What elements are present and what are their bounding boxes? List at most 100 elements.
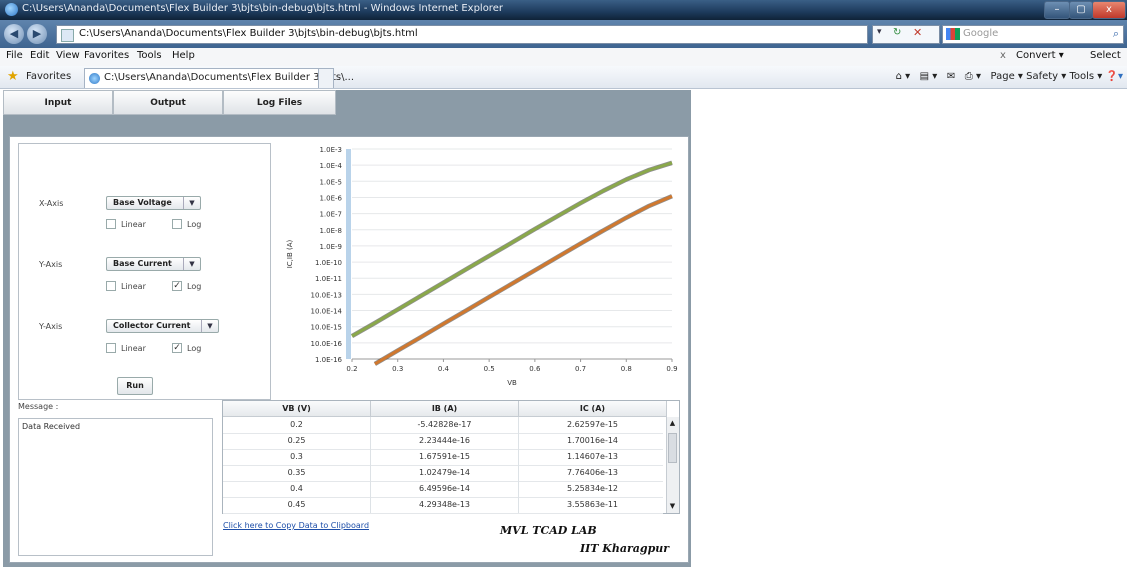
y-axis2-select[interactable]: Collector Current ▼ [106, 319, 219, 333]
col-header-ic[interactable]: IC (A) [519, 401, 667, 417]
menu-bar: File Edit View Favorites Tools Help x Co… [0, 48, 1127, 67]
tab-input[interactable]: Input [3, 90, 113, 115]
y-axis1-value: Base Current [113, 259, 172, 268]
x-tick-label: 0.9 [666, 365, 677, 373]
check-icon: ✓ [173, 281, 181, 291]
cell-ib: 4.29348e-13 [371, 497, 519, 513]
iv-chart: 1.0E-3 1.0E-4 1.0E-5 1.0E-6 1.0E-7 1.0E-8 1.0E… [286, 146, 678, 387]
refresh-icon[interactable]: ↻ [893, 27, 901, 38]
y-tick-label: 1.0E-9 [319, 243, 342, 251]
scroll-up-icon[interactable]: ▲ [668, 419, 677, 428]
convert-button[interactable]: Convert ▾ [1016, 50, 1064, 61]
menu-favorites[interactable]: Favorites [84, 50, 129, 61]
message-box[interactable]: Data Received [18, 418, 213, 556]
x-log-label: Log [187, 220, 202, 229]
favorites-star-icon[interactable]: ★ [7, 69, 19, 84]
favorites-button[interactable]: Favorites [26, 71, 71, 82]
menu-view[interactable]: View [56, 50, 80, 61]
table-scrollbar[interactable]: ▲ ▼ [666, 417, 679, 513]
search-box[interactable]: Google ⌕ [942, 25, 1124, 44]
col-header-vb[interactable]: VB (V) [223, 401, 371, 417]
print-icon[interactable]: ⎙ [965, 71, 973, 82]
run-button[interactable]: Run [117, 377, 153, 395]
dropdown-icon[interactable]: ▾ [877, 27, 882, 37]
table-row[interactable]: 0.2 -5.42828e-17 2.62597e-15 [223, 417, 667, 434]
browser-tab[interactable]: C:\Users\Ananda\Documents\Flex Builder 3… [84, 68, 354, 88]
cell-vb: 0.35 [223, 465, 371, 481]
y-axis1-select[interactable]: Base Current ▼ [106, 257, 201, 271]
window-title: C:\Users\Ananda\Documents\Flex Builder 3… [22, 3, 503, 14]
toolbar-close-icon[interactable]: x [1000, 50, 1006, 61]
command-bar[interactable]: ⌂ ▾ ▤ ▾ ✉ ⎙ ▾ Page ▾ Safety ▾ Tools ▾ ❓▾ [896, 71, 1123, 82]
cell-vb: 0.25 [223, 433, 371, 449]
new-tab-button[interactable] [318, 68, 334, 88]
stop-icon[interactable]: ✕ [913, 26, 922, 39]
page-icon [61, 29, 74, 42]
x-tick-label: 0.8 [621, 365, 632, 373]
y-tick-label: 10.0E-14 [311, 308, 343, 316]
y1-linear-checkbox[interactable] [106, 281, 116, 291]
x-tick-label: 0.7 [575, 365, 586, 373]
address-toolbar: ◀ ▶ C:\Users\Ananda\Documents\Flex Build… [0, 20, 1127, 48]
feeds-icon[interactable]: ▤ [920, 71, 929, 82]
scroll-down-icon[interactable]: ▼ [668, 502, 677, 511]
table-row[interactable]: 0.4 6.49596e-14 5.25834e-12 [223, 481, 667, 498]
refresh-stop-controls[interactable]: ▾ ↻ ✕ [872, 25, 940, 44]
y2-linear-checkbox[interactable] [106, 343, 116, 353]
table-row[interactable]: 0.3 1.67591e-15 1.14607e-13 [223, 449, 667, 466]
menu-help[interactable]: Help [172, 50, 195, 61]
maximize-button[interactable]: ▢ [1069, 1, 1093, 19]
command-labels: Page ▾ Safety ▾ Tools ▾ [990, 71, 1103, 82]
minimize-button[interactable]: – [1044, 1, 1070, 19]
tab-title: C:\Users\Ananda\Documents\Flex Builder 3… [104, 72, 355, 83]
back-button[interactable]: ◀ [4, 24, 24, 44]
col-header-ib[interactable]: IB (A) [371, 401, 519, 417]
brand-lab: MVL TCAD LAB [500, 524, 597, 537]
close-button[interactable]: x [1092, 1, 1126, 19]
y-axis-band [346, 149, 351, 359]
y1-log-checkbox[interactable]: ✓ [172, 281, 182, 291]
y2-log-checkbox[interactable]: ✓ [172, 343, 182, 353]
cell-ib: 6.49596e-14 [371, 481, 519, 497]
cell-ic: 1.70016e-14 [519, 433, 667, 449]
address-url: C:\Users\Ananda\Documents\Flex Builder 3… [79, 28, 418, 39]
table-row[interactable]: 0.35 1.02479e-14 7.76406e-13 [223, 465, 667, 482]
forward-button[interactable]: ▶ [27, 24, 47, 44]
cell-ic: 3.55863e-11 [519, 497, 667, 513]
menu-edit[interactable]: Edit [30, 50, 49, 61]
mail-icon[interactable]: ✉ [947, 71, 955, 82]
y-tick-label: 1.0E-10 [315, 259, 342, 267]
axis-controls: X-Axis Base Voltage ▼ Linear Log Y-Axis … [18, 143, 271, 400]
tab-ie-icon [89, 73, 100, 84]
table-row[interactable]: 0.25 2.23444e-16 1.70016e-14 [223, 433, 667, 450]
scroll-thumb[interactable] [668, 433, 677, 463]
x-axis-label: X-Axis [39, 199, 64, 208]
menu-tools[interactable]: Tools [137, 50, 162, 61]
flex-app: Input Output Log Files X-Axis Base Volta… [3, 90, 691, 567]
y-axis1-label: Y-Axis [39, 260, 63, 269]
search-icon[interactable]: ⌕ [1113, 27, 1119, 41]
menu-file[interactable]: File [6, 50, 23, 61]
home-icon[interactable]: ⌂ [896, 71, 902, 82]
tab-output[interactable]: Output [113, 90, 223, 115]
tab-log-files[interactable]: Log Files [223, 90, 336, 115]
table-row[interactable]: 0.45 4.29348e-13 3.55863e-11 [223, 497, 667, 514]
x-log-checkbox[interactable] [172, 219, 182, 229]
y2-log-label: Log [187, 344, 202, 353]
cell-ic: 7.76406e-13 [519, 465, 667, 481]
select-button[interactable]: Select [1090, 50, 1121, 61]
y-axis-title: IC,IB (A) [286, 239, 294, 268]
cell-ib: 1.02479e-14 [371, 465, 519, 481]
x-axis-value: Base Voltage [113, 198, 172, 207]
x-linear-checkbox[interactable] [106, 219, 116, 229]
copy-to-clipboard-link[interactable]: Click here to Copy Data to Clipboard [223, 521, 369, 530]
y-tick-label: 1.0E-3 [319, 146, 342, 154]
x-linear-label: Linear [121, 220, 146, 229]
y-axis2-label: Y-Axis [39, 322, 63, 331]
data-table[interactable]: VB (V) IB (A) IC (A) 0.2 -5.42828e-17 2.62… [222, 400, 680, 514]
x-tick-label: 0.5 [484, 365, 495, 373]
help-icon[interactable]: ❓▾ [1106, 71, 1123, 82]
address-bar[interactable]: C:\Users\Ananda\Documents\Flex Builder 3… [56, 25, 868, 44]
brand-institute: IIT Kharagpur [580, 542, 670, 555]
x-axis-select[interactable]: Base Voltage ▼ [106, 196, 201, 210]
